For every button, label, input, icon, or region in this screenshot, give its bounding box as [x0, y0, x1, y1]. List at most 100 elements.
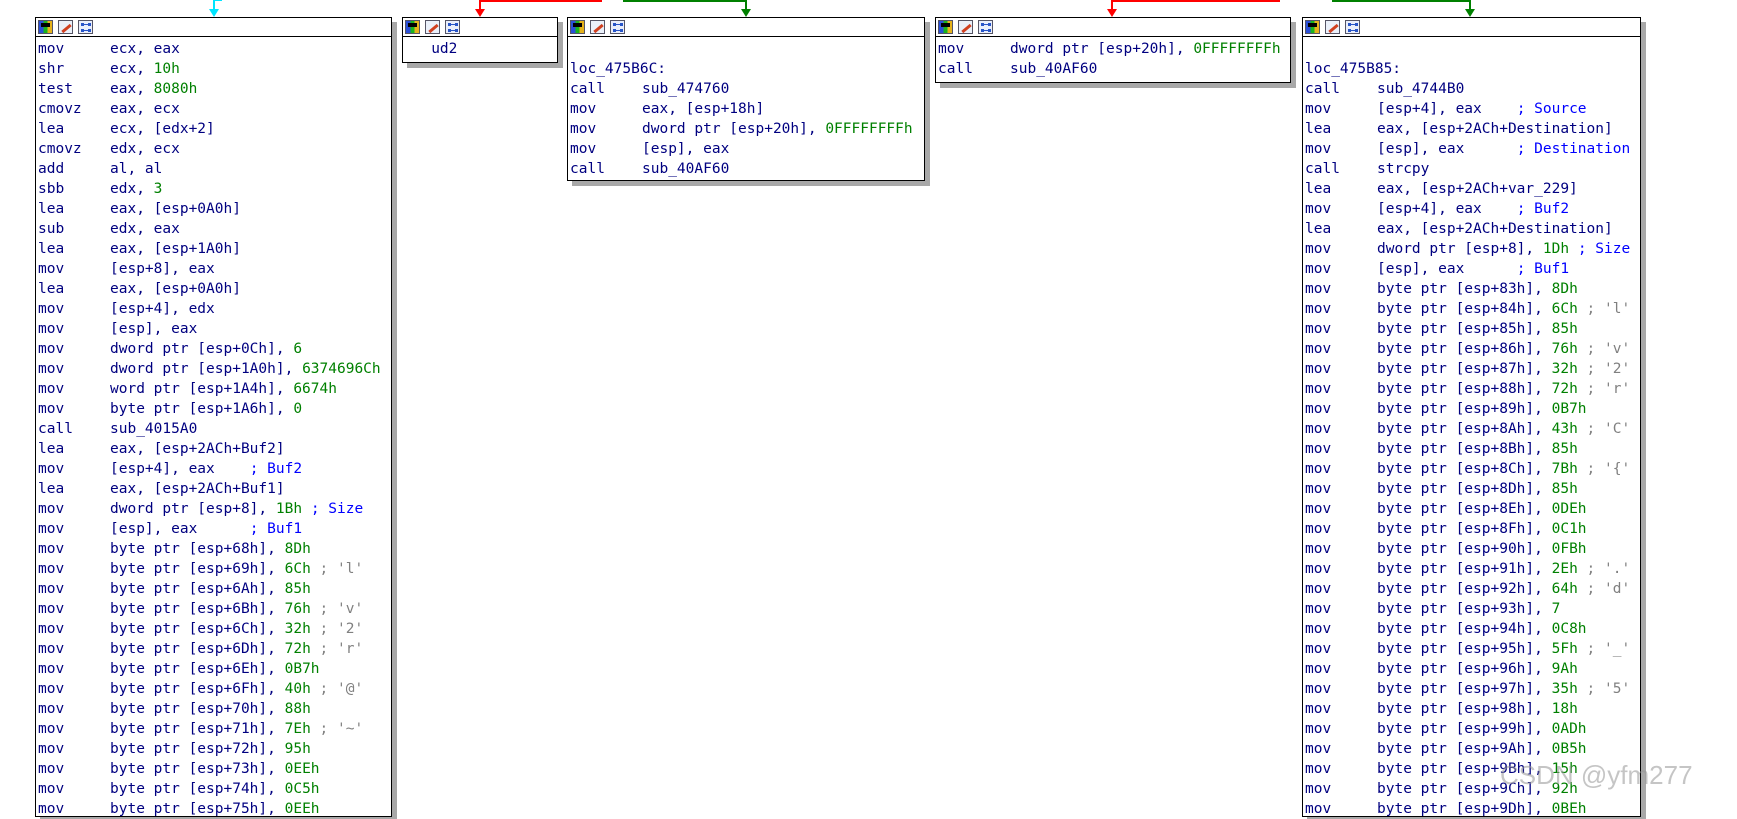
basic-block-1[interactable]: mov ecx, eax shr ecx, 10h test eax, 8080h cmov… — [35, 17, 392, 817]
asm-line[interactable]: mov byte ptr [esp+73h], 0EEh — [36, 759, 391, 779]
asm-line[interactable]: mov byte ptr [esp+8Ah], 43h ; 'C' — [1303, 419, 1640, 439]
asm-line[interactable]: call strcpy — [1303, 159, 1640, 179]
asm-line[interactable]: mov [esp], eax ; Buf1 — [36, 519, 391, 539]
rename-icon[interactable] — [590, 20, 605, 34]
asm-line[interactable]: mov [esp+4], eax ; Source — [1303, 99, 1640, 119]
asm-line[interactable]: test eax, 8080h — [36, 79, 391, 99]
asm-line[interactable]: lea eax, [esp+2ACh+var_229] — [1303, 179, 1640, 199]
asm-line[interactable]: mov [esp], eax — [568, 139, 924, 159]
asm-line[interactable]: mov [esp], eax ; Destination — [1303, 139, 1640, 159]
asm-line[interactable]: sub edx, eax — [36, 219, 391, 239]
asm-line[interactable]: mov byte ptr [esp+8Dh], 85h — [1303, 479, 1640, 499]
asm-line[interactable]: lea eax, [esp+2ACh+Destination] — [1303, 119, 1640, 139]
graph-icon[interactable] — [1345, 20, 1360, 34]
asm-line[interactable]: call sub_474760 — [568, 79, 924, 99]
asm-line[interactable]: lea eax, [esp+1A0h] — [36, 239, 391, 259]
asm-line[interactable]: lea eax, [esp+2ACh+Buf2] — [36, 439, 391, 459]
asm-line[interactable]: mov dword ptr [esp+20h], 0FFFFFFFFh — [568, 119, 924, 139]
asm-line[interactable]: call sub_4015A0 — [36, 419, 391, 439]
asm-line[interactable]: mov byte ptr [esp+92h], 64h ; 'd' — [1303, 579, 1640, 599]
asm-line[interactable]: mov byte ptr [esp+83h], 8Dh — [1303, 279, 1640, 299]
asm-line[interactable]: mov byte ptr [esp+6Eh], 0B7h — [36, 659, 391, 679]
asm-line[interactable]: lea eax, [esp+2ACh+Buf1] — [36, 479, 391, 499]
asm-line[interactable]: mov [esp+8], eax — [36, 259, 391, 279]
asm-line[interactable]: mov byte ptr [esp+6Fh], 40h ; '@' — [36, 679, 391, 699]
asm-line[interactable]: mov byte ptr [esp+98h], 18h — [1303, 699, 1640, 719]
asm-line[interactable]: mov byte ptr [esp+69h], 6Ch ; 'l' — [36, 559, 391, 579]
asm-line[interactable]: mov byte ptr [esp+86h], 76h ; 'v' — [1303, 339, 1640, 359]
asm-line[interactable]: shr ecx, 10h — [36, 59, 391, 79]
asm-line[interactable]: mov [esp+4], edx — [36, 299, 391, 319]
rename-icon[interactable] — [1325, 20, 1340, 34]
asm-line[interactable]: lea eax, [esp+0A0h] — [36, 199, 391, 219]
asm-line[interactable]: mov dword ptr [esp+0Ch], 6 — [36, 339, 391, 359]
asm-line[interactable]: lea eax, [esp+0A0h] — [36, 279, 391, 299]
asm-line[interactable]: mov byte ptr [esp+8Eh], 0DEh — [1303, 499, 1640, 519]
basic-block-loc_475B6C[interactable]: loc_475B6C: call sub_474760 mov eax, [esp+18… — [567, 17, 925, 181]
asm-line[interactable]: mov byte ptr [esp+84h], 6Ch ; 'l' — [1303, 299, 1640, 319]
asm-line[interactable]: mov byte ptr [esp+6Ch], 32h ; '2' — [36, 619, 391, 639]
palette-icon[interactable] — [38, 20, 53, 34]
asm-line[interactable]: mov byte ptr [esp+68h], 8Dh — [36, 539, 391, 559]
asm-line[interactable]: mov [esp], eax — [36, 319, 391, 339]
graph-icon[interactable] — [445, 20, 460, 34]
asm-line[interactable]: mov dword ptr [esp+8], 1Bh ; Size — [36, 499, 391, 519]
asm-line[interactable]: lea eax, [esp+2ACh+Destination] — [1303, 219, 1640, 239]
asm-label[interactable]: loc_475B6C: — [570, 59, 666, 79]
basic-block-ud2[interactable]: ud2 — [402, 17, 558, 63]
asm-label[interactable]: loc_475B85: — [1305, 59, 1401, 79]
asm-line[interactable]: loc_475B6C: — [568, 59, 924, 79]
asm-line[interactable]: call sub_4744B0 — [1303, 79, 1640, 99]
asm-line[interactable]: mov byte ptr [esp+9Dh], 0BEh — [1303, 799, 1640, 819]
asm-line[interactable]: mov byte ptr [esp+99h], 0ADh — [1303, 719, 1640, 739]
asm-line[interactable]: lea ecx, [edx+2] — [36, 119, 391, 139]
asm-line[interactable]: mov byte ptr [esp+8Fh], 0C1h — [1303, 519, 1640, 539]
asm-line[interactable]: add al, al — [36, 159, 391, 179]
asm-line[interactable]: mov byte ptr [esp+1A6h], 0 — [36, 399, 391, 419]
palette-icon[interactable] — [570, 20, 585, 34]
asm-line[interactable]: mov byte ptr [esp+95h], 5Fh ; '_' — [1303, 639, 1640, 659]
graph-icon[interactable] — [978, 20, 993, 34]
asm-line[interactable]: mov byte ptr [esp+75h], 0EEh — [36, 799, 391, 819]
asm-line[interactable]: mov [esp+4], eax ; Buf2 — [1303, 199, 1640, 219]
asm-line[interactable] — [1303, 39, 1640, 59]
asm-line[interactable]: mov dword ptr [esp+1A0h], 6374696Ch — [36, 359, 391, 379]
basic-block-loc_475B85[interactable]: loc_475B85: call sub_4744B0 mov [esp+4], eax… — [1302, 17, 1641, 817]
asm-line[interactable]: mov dword ptr [esp+8], 1Dh ; Size — [1303, 239, 1640, 259]
palette-icon[interactable] — [1305, 20, 1320, 34]
asm-line[interactable]: cmovz eax, ecx — [36, 99, 391, 119]
asm-line[interactable]: mov byte ptr [esp+85h], 85h — [1303, 319, 1640, 339]
asm-line[interactable]: mov byte ptr [esp+70h], 88h — [36, 699, 391, 719]
palette-icon[interactable] — [938, 20, 953, 34]
asm-line[interactable]: sbb edx, 3 — [36, 179, 391, 199]
graph-icon[interactable] — [610, 20, 625, 34]
graph-icon[interactable] — [78, 20, 93, 34]
asm-line[interactable]: loc_475B85: — [1303, 59, 1640, 79]
asm-line[interactable]: mov byte ptr [esp+74h], 0C5h — [36, 779, 391, 799]
asm-line[interactable]: call sub_40AF60 — [936, 59, 1290, 79]
asm-line[interactable]: mov byte ptr [esp+97h], 35h ; '5' — [1303, 679, 1640, 699]
asm-line[interactable]: mov byte ptr [esp+6Dh], 72h ; 'r' — [36, 639, 391, 659]
palette-icon[interactable] — [405, 20, 420, 34]
asm-line[interactable]: ud2 — [403, 39, 557, 59]
asm-line[interactable] — [568, 39, 924, 59]
asm-line[interactable]: mov byte ptr [esp+8Bh], 85h — [1303, 439, 1640, 459]
asm-line[interactable]: mov byte ptr [esp+88h], 72h ; 'r' — [1303, 379, 1640, 399]
asm-line[interactable]: mov dword ptr [esp+20h], 0FFFFFFFFh — [936, 39, 1290, 59]
asm-line[interactable]: mov byte ptr [esp+6Ah], 85h — [36, 579, 391, 599]
asm-line[interactable]: mov byte ptr [esp+9Ah], 0B5h — [1303, 739, 1640, 759]
rename-icon[interactable] — [425, 20, 440, 34]
asm-line[interactable]: mov byte ptr [esp+8Ch], 7Bh ; '{' — [1303, 459, 1640, 479]
asm-line[interactable]: mov byte ptr [esp+91h], 2Eh ; '.' — [1303, 559, 1640, 579]
basic-block-4[interactable]: mov dword ptr [esp+20h], 0FFFFFFFFh call su… — [935, 17, 1291, 83]
asm-line[interactable]: mov byte ptr [esp+6Bh], 76h ; 'v' — [36, 599, 391, 619]
asm-line[interactable]: mov ecx, eax — [36, 39, 391, 59]
asm-line[interactable]: mov byte ptr [esp+90h], 0FBh — [1303, 539, 1640, 559]
asm-line[interactable]: cmovz edx, ecx — [36, 139, 391, 159]
asm-line[interactable]: mov [esp+4], eax ; Buf2 — [36, 459, 391, 479]
asm-line[interactable]: mov byte ptr [esp+71h], 7Eh ; '~' — [36, 719, 391, 739]
rename-icon[interactable] — [58, 20, 73, 34]
asm-line[interactable]: mov byte ptr [esp+89h], 0B7h — [1303, 399, 1640, 419]
asm-line[interactable]: call sub_40AF60 — [568, 159, 924, 179]
asm-line[interactable]: mov byte ptr [esp+72h], 95h — [36, 739, 391, 759]
